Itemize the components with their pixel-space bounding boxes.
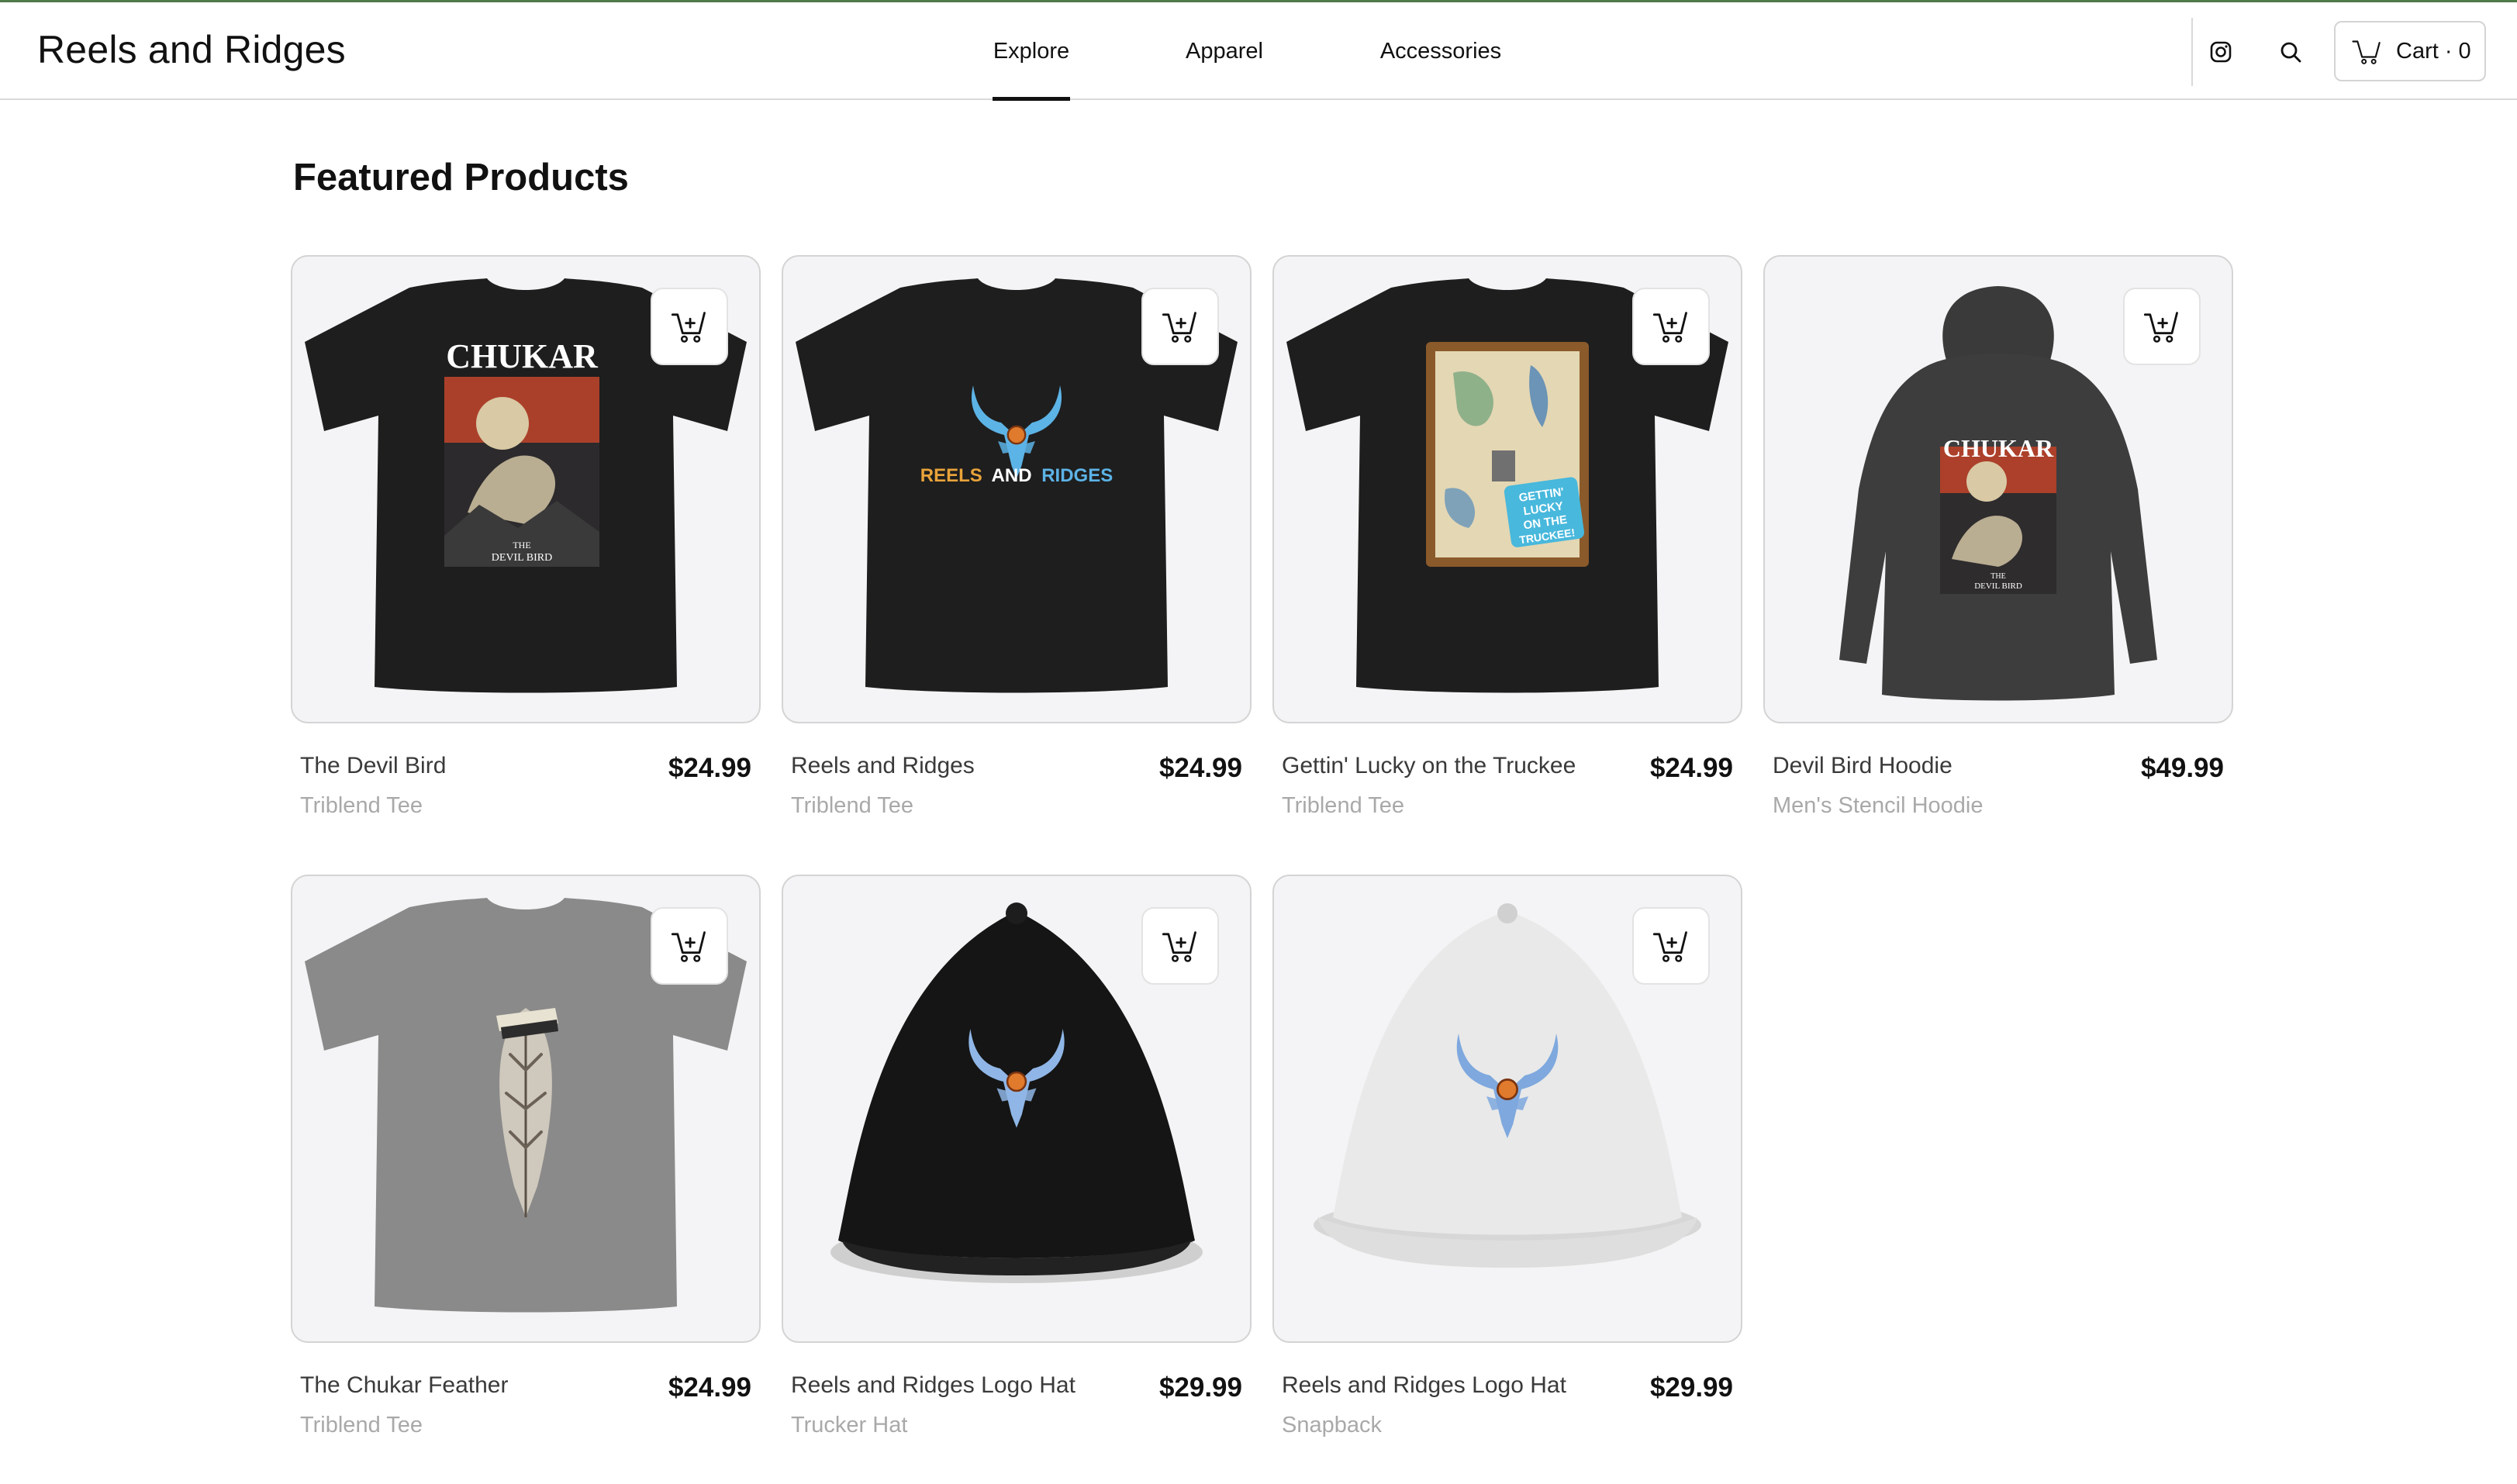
product-image[interactable] — [291, 875, 761, 1343]
product-price: $24.99 — [668, 753, 751, 783]
cart-add-icon — [1160, 306, 1200, 347]
svg-text:CHUKAR: CHUKAR — [1943, 434, 2054, 462]
product-name[interactable]: Devil Bird Hoodie — [1773, 750, 1952, 782]
cart-add-icon — [669, 306, 710, 347]
add-to-cart-button[interactable] — [651, 288, 728, 365]
site-header: Reels and Ridges Explore Apparel Accesso… — [0, 2, 2517, 101]
product-name[interactable]: Reels and Ridges Logo Hat — [1282, 1369, 1566, 1402]
cart-add-icon — [1651, 926, 1691, 966]
header-divider — [2191, 18, 2193, 86]
add-to-cart-button[interactable] — [1632, 907, 1710, 985]
product-variant: Triblend Tee — [1282, 793, 1404, 818]
product-name[interactable]: The Devil Bird — [300, 750, 446, 782]
nav-apparel[interactable]: Apparel — [1183, 2, 1265, 100]
section-title: Featured Products — [293, 157, 629, 198]
search-icon — [2280, 42, 2301, 63]
instagram-button[interactable] — [2201, 32, 2241, 72]
product-name[interactable]: Reels and Ridges — [791, 750, 975, 782]
cart-icon — [2352, 40, 2381, 64]
search-button[interactable] — [2270, 32, 2311, 72]
product-variant: Triblend Tee — [300, 1413, 423, 1437]
product-price: $49.99 — [2140, 753, 2224, 783]
svg-text:DEVIL BIRD: DEVIL BIRD — [492, 552, 552, 564]
add-to-cart-button[interactable] — [651, 907, 728, 985]
add-to-cart-button[interactable] — [1632, 288, 1710, 365]
product-price: $29.99 — [1649, 1372, 1733, 1403]
product-variant: Triblend Tee — [791, 793, 913, 818]
svg-text:THE: THE — [513, 540, 530, 550]
product-name[interactable]: The Chukar Feather — [300, 1369, 508, 1402]
instagram-icon — [2210, 41, 2232, 63]
add-to-cart-button[interactable] — [1141, 907, 1219, 985]
product-name[interactable]: Gettin' Lucky on the Truckee — [1282, 750, 1576, 782]
product-price: $29.99 — [1158, 1372, 1242, 1403]
cart-add-icon — [669, 926, 710, 966]
svg-text:DEVIL BIRD: DEVIL BIRD — [1974, 582, 2022, 591]
product-image[interactable]: CHUKAR THE DEVIL BIRD — [1763, 255, 2233, 723]
cart-add-icon — [1160, 926, 1200, 966]
svg-text:REELS AND RIDG: REELS AND RIDGES — [920, 465, 1113, 486]
product-variant: Snapback — [1282, 1413, 1382, 1437]
add-to-cart-button[interactable] — [1141, 288, 1219, 365]
add-to-cart-button[interactable] — [2123, 288, 2201, 365]
nav-accessories[interactable]: Accessories — [1377, 2, 1504, 100]
product-image[interactable] — [1272, 875, 1742, 1343]
cart-label: Cart · 0 — [2396, 38, 2471, 64]
product-image[interactable] — [782, 875, 1252, 1343]
product-variant: Trucker Hat — [791, 1413, 908, 1437]
svg-text:CHUKAR: CHUKAR — [446, 337, 599, 375]
product-price: $24.99 — [1649, 753, 1733, 783]
product-variant: Triblend Tee — [300, 793, 423, 818]
svg-text:THE: THE — [1990, 572, 2005, 581]
product-image[interactable]: REELS AND RIDGES — [782, 255, 1252, 723]
product-image[interactable]: CHUKAR THE DEVIL BIRD — [291, 255, 761, 723]
product-variant: Men's Stencil Hoodie — [1773, 793, 1984, 818]
nav-explore[interactable]: Explore — [993, 2, 1070, 101]
product-price: $24.99 — [1158, 753, 1242, 783]
cart-button[interactable]: Cart · 0 — [2334, 21, 2486, 81]
cart-add-icon — [2142, 306, 2182, 347]
cart-add-icon — [1651, 306, 1691, 347]
product-image[interactable]: GETTIN' LUCKY ON THE TRUCKEE! — [1272, 255, 1742, 723]
product-price: $24.99 — [668, 1372, 751, 1403]
main-nav: Explore Apparel Accessories — [0, 2, 2517, 101]
product-name[interactable]: Reels and Ridges Logo Hat — [791, 1369, 1076, 1402]
